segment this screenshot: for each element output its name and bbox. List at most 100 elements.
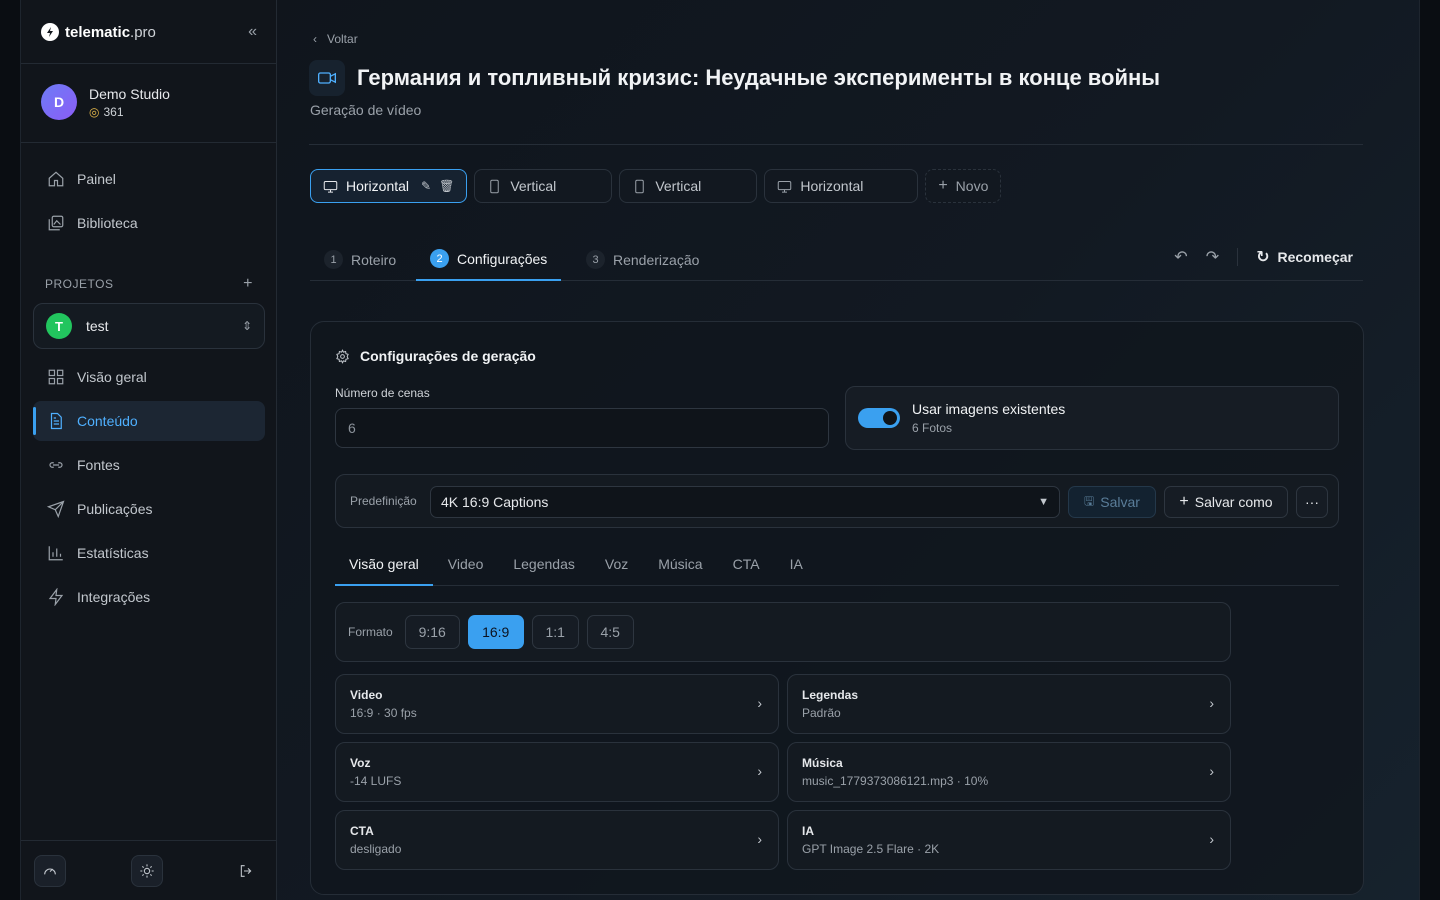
nav-item-biblioteca[interactable]: Biblioteca bbox=[33, 203, 265, 243]
step-roteiro[interactable]: 1 Roteiro bbox=[324, 238, 396, 281]
project-selector[interactable]: T test ⇕ bbox=[33, 303, 265, 349]
undo-icon[interactable]: ↶ bbox=[1174, 247, 1187, 267]
new-variant-button[interactable]: + Novo bbox=[925, 169, 1002, 203]
back-link[interactable]: ‹ Voltar bbox=[313, 32, 358, 46]
format-option-9-16[interactable]: 9:16 bbox=[404, 615, 460, 649]
panel-title: Configurações de geração bbox=[360, 348, 536, 364]
more-icon: ··· bbox=[1305, 494, 1319, 510]
bolt-icon bbox=[48, 588, 64, 606]
setting-title: IA bbox=[802, 824, 814, 838]
collapse-sidebar-icon[interactable]: « bbox=[248, 23, 257, 41]
divider bbox=[309, 144, 1363, 145]
chevron-right-icon: › bbox=[1209, 695, 1214, 711]
setting-card-cta[interactable]: CTA desligado › bbox=[335, 810, 779, 870]
preset-label: Predefinição bbox=[350, 494, 417, 508]
setting-summary: music_1779373086121.mp3 · 10% bbox=[802, 774, 989, 788]
usage-button[interactable] bbox=[34, 855, 66, 887]
setting-title: Video bbox=[350, 688, 383, 702]
nav-item-estatisticas[interactable]: Estatísticas bbox=[33, 533, 265, 573]
variant-label: Horizontal bbox=[346, 178, 410, 194]
tab-musica[interactable]: Música bbox=[643, 550, 717, 586]
divider bbox=[21, 63, 277, 64]
scenes-label: Número de cenas bbox=[335, 386, 430, 400]
sun-icon bbox=[140, 864, 154, 878]
logout-icon bbox=[240, 865, 252, 877]
tab-voz[interactable]: Voz bbox=[590, 550, 643, 586]
theme-toggle-button[interactable] bbox=[131, 855, 163, 887]
project-avatar: T bbox=[46, 313, 72, 339]
tab-legendas[interactable]: Legendas bbox=[498, 550, 590, 586]
setting-title: Voz bbox=[350, 756, 371, 770]
format-option-4-5[interactable]: 4:5 bbox=[586, 615, 634, 649]
nav-label: Biblioteca bbox=[77, 215, 138, 231]
chevron-up-down-icon: ⇕ bbox=[241, 319, 252, 333]
use-existing-images-card: Usar imagens existentes 6 Fotos bbox=[845, 386, 1339, 450]
step-configuracoes[interactable]: 2 Configurações bbox=[416, 238, 562, 281]
add-project-icon[interactable]: + bbox=[243, 275, 253, 293]
wizard-steps: 1 Roteiro 2 Configurações 3 Renderização… bbox=[310, 238, 1363, 281]
format-option-1-1[interactable]: 1:1 bbox=[531, 615, 579, 649]
nav-item-painel[interactable]: Painel bbox=[33, 159, 265, 199]
use-existing-images-toggle[interactable] bbox=[858, 408, 900, 428]
preset-select[interactable]: 4K 16:9 Captions ▼ bbox=[430, 486, 1060, 518]
chevron-left-icon: ‹ bbox=[313, 32, 317, 46]
save-preset-button[interactable]: 🖫 Salvar bbox=[1068, 486, 1156, 518]
monitor-icon bbox=[778, 180, 792, 193]
setting-summary: -14 LUFS bbox=[350, 774, 402, 788]
step-renderizacao[interactable]: 3 Renderização bbox=[586, 238, 699, 281]
scenes-input[interactable]: 6 bbox=[335, 408, 829, 448]
phone-icon bbox=[635, 179, 645, 193]
main-nav: Painel Biblioteca bbox=[33, 159, 265, 247]
generation-settings-panel: Configurações de geração Número de cenas… bbox=[310, 321, 1364, 895]
chevron-down-icon: ▼ bbox=[1038, 496, 1049, 508]
nav-item-integracoes[interactable]: Integrações bbox=[33, 577, 265, 617]
scenes-placeholder: 6 bbox=[348, 420, 356, 436]
tab-video[interactable]: Video bbox=[433, 550, 499, 586]
plus-icon: + bbox=[1179, 493, 1189, 510]
app-frame: telematic.pro « D Demo Studio ◎ 361 Pain… bbox=[20, 0, 1420, 900]
nav-item-publicacoes[interactable]: Publicações bbox=[33, 489, 265, 529]
restart-button[interactable]: ↻ Recomeçar bbox=[1256, 247, 1353, 267]
home-icon bbox=[48, 171, 64, 187]
setting-card-musica[interactable]: Música music_1779373086121.mp3 · 10% › bbox=[787, 742, 1231, 802]
variant-tab-horizontal-active[interactable]: Horizontal ✎ 🗑 bbox=[310, 169, 468, 203]
nav-item-fontes[interactable]: Fontes bbox=[33, 445, 265, 485]
step-number: 1 bbox=[324, 250, 343, 269]
nav-item-conteudo[interactable]: Conteúdo bbox=[33, 401, 265, 441]
toggle-title: Usar imagens existentes bbox=[912, 401, 1066, 417]
library-icon bbox=[48, 215, 64, 231]
title-row: Германия и топливный кризис: Неудачные э… bbox=[309, 60, 1160, 96]
setting-card-video[interactable]: Video 16:9 · 30 fps › bbox=[335, 674, 779, 734]
more-options-button[interactable]: ··· bbox=[1296, 486, 1328, 518]
panel-header: Configurações de geração bbox=[335, 348, 536, 364]
save-as-button[interactable]: + Salvar como bbox=[1164, 486, 1288, 518]
trash-icon[interactable]: 🗑 bbox=[439, 179, 454, 193]
variant-tab-vertical[interactable]: Vertical bbox=[474, 169, 613, 203]
redo-icon[interactable]: ↷ bbox=[1206, 247, 1219, 267]
tab-visao-geral[interactable]: Visão geral bbox=[335, 550, 433, 586]
format-selector: Formato 9:16 16:9 1:1 4:5 bbox=[335, 602, 1231, 662]
step-number: 3 bbox=[586, 250, 605, 269]
nav-item-visao-geral[interactable]: Visão geral bbox=[33, 357, 265, 397]
logo[interactable]: telematic.pro bbox=[41, 23, 156, 41]
edit-icon[interactable]: ✎ bbox=[421, 179, 431, 193]
save-label: Salvar bbox=[1100, 494, 1140, 510]
logo-text: telematic bbox=[65, 23, 131, 41]
tab-ia[interactable]: IA bbox=[775, 550, 818, 586]
gauge-icon bbox=[44, 868, 56, 875]
nav-label: Fontes bbox=[77, 457, 120, 473]
variant-tab-horizontal[interactable]: Horizontal bbox=[764, 169, 919, 203]
format-option-16-9[interactable]: 16:9 bbox=[467, 615, 524, 649]
setting-card-legendas[interactable]: Legendas Padrão › bbox=[787, 674, 1231, 734]
logout-button[interactable] bbox=[230, 855, 262, 887]
tab-cta[interactable]: CTA bbox=[718, 550, 775, 586]
variant-tab-vertical[interactable]: Vertical bbox=[619, 169, 758, 203]
sidebar-footer bbox=[21, 840, 277, 900]
studio-switcher[interactable]: D Demo Studio ◎ 361 bbox=[41, 84, 170, 120]
avatar: D bbox=[41, 84, 77, 120]
setting-title: CTA bbox=[350, 824, 374, 838]
setting-card-ia[interactable]: IA GPT Image 2.5 Flare · 2K › bbox=[787, 810, 1231, 870]
nav-label: Painel bbox=[77, 171, 116, 187]
setting-summary: 16:9 · 30 fps bbox=[350, 706, 417, 720]
setting-card-voz[interactable]: Voz -14 LUFS › bbox=[335, 742, 779, 802]
